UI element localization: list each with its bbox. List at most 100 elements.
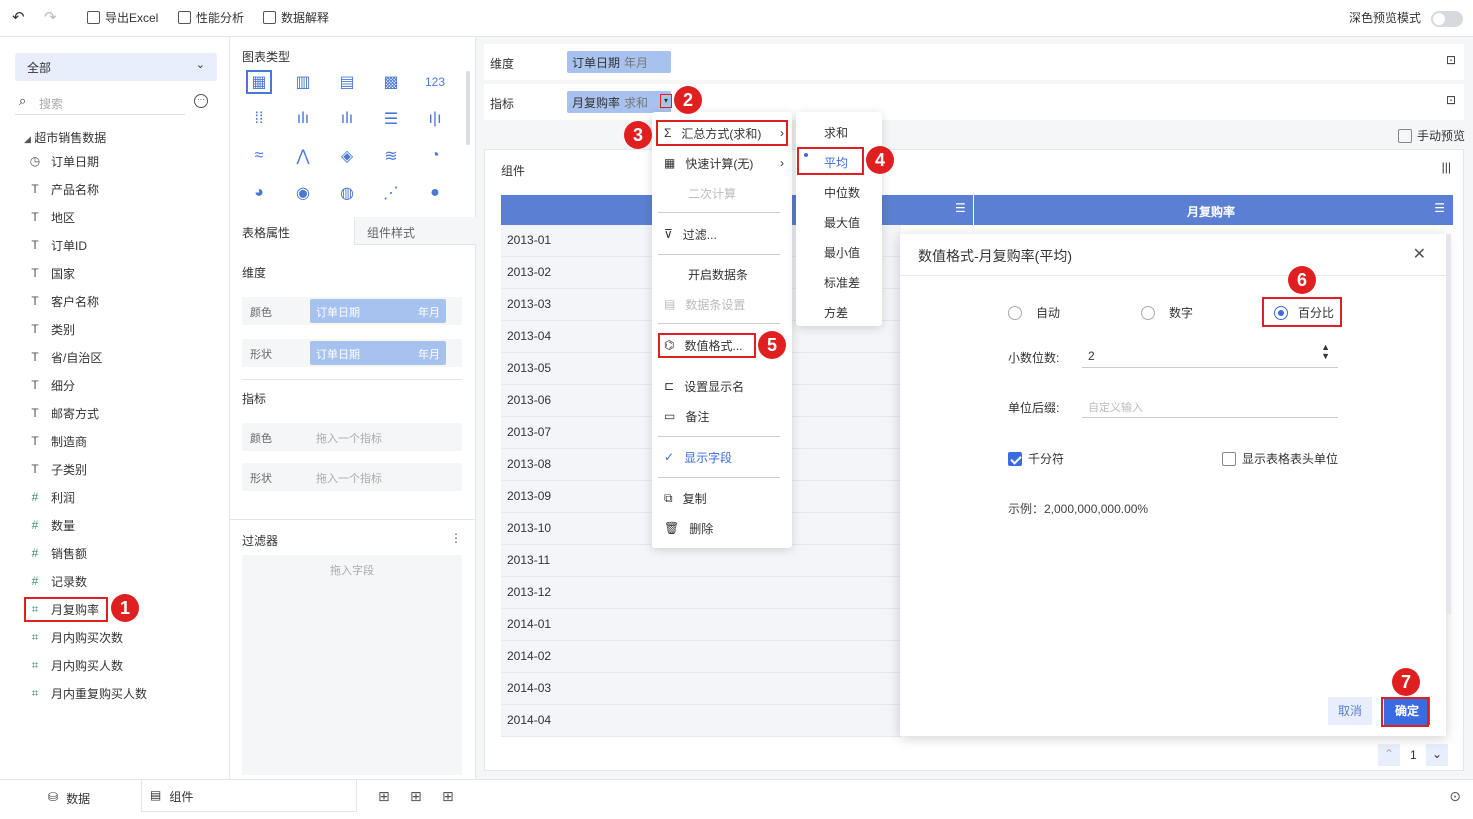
measure-color-shelf[interactable]: 颜色 拖入一个指标 xyxy=(242,423,462,451)
waterfall-icon[interactable]: ı|ı xyxy=(422,107,448,131)
field-item[interactable]: T 订单ID xyxy=(28,235,87,255)
sort-icon[interactable]: ☰ xyxy=(1434,201,1445,215)
tab-table-props[interactable]: 表格属性 xyxy=(230,217,353,245)
scatter-bar-icon[interactable]: ⁞⁞ xyxy=(246,107,272,131)
field-search-input[interactable]: ⌕ 搜索 xyxy=(15,93,185,115)
stepper-icon[interactable]: ▲ ▼ xyxy=(1321,343,1330,361)
menu-filter[interactable]: ⊽ 过滤... xyxy=(652,220,792,248)
tab-data[interactable]: ⛁ 数据 xyxy=(48,790,90,807)
filter-more-icon[interactable]: ⋮ xyxy=(450,531,462,545)
field-item[interactable]: ◷ 订单日期 xyxy=(28,151,99,171)
dialog-scrollbar[interactable] xyxy=(1446,234,1451,614)
page-up-button[interactable]: ⌃ xyxy=(1378,744,1400,766)
bar-icon[interactable]: ılı xyxy=(290,107,316,131)
manual-preview[interactable]: 手动预览 xyxy=(1397,127,1465,144)
dim-shape-chip[interactable]: 订单日期 年月 xyxy=(310,341,446,365)
dimension-chip[interactable]: 订单日期 年月 xyxy=(567,51,671,73)
aggregate-option[interactable]: 最小值 xyxy=(796,237,880,265)
field-item[interactable]: T 制造商 xyxy=(28,431,87,451)
menu-quick-calc[interactable]: ▦ 快速计算(无) › xyxy=(652,149,792,177)
menu-show-field[interactable]: ✓ 显示字段 xyxy=(652,443,792,471)
manual-preview-checkbox[interactable] xyxy=(1397,128,1412,143)
rose-icon[interactable]: ◉ xyxy=(290,181,316,205)
menu-databar-settings[interactable]: ▤ 数据条设置 xyxy=(652,290,792,318)
thousands-checkbox[interactable] xyxy=(1008,451,1022,466)
combo-icon[interactable]: ▩ xyxy=(378,70,404,94)
kpi-icon[interactable]: 123 xyxy=(422,70,448,94)
dimension-shelf[interactable]: 维度 订单日期 年月 ⊡ xyxy=(484,44,1464,80)
measure-shape-shelf[interactable]: 形状 拖入一个指标 xyxy=(242,463,462,491)
field-item[interactable]: T 邮寄方式 xyxy=(28,403,99,423)
field-item[interactable]: ⌗ 月内购买次数 xyxy=(28,627,123,647)
measure-chip[interactable]: 月复购率 求和 xyxy=(567,91,671,113)
header-unit-option[interactable]: 显示表格表头单位 xyxy=(1222,450,1338,467)
ring-icon[interactable]: ◍ xyxy=(334,181,360,205)
header-unit-checkbox[interactable] xyxy=(1222,451,1236,466)
more-icon[interactable]: ··· xyxy=(194,94,208,108)
field-item[interactable]: T 国家 xyxy=(28,263,75,283)
field-item[interactable]: T 地区 xyxy=(28,207,75,227)
lock-icon[interactable]: ⊡ xyxy=(1446,53,1456,67)
field-item[interactable]: # 销售额 xyxy=(28,543,87,563)
aggregate-option[interactable]: 标准差 xyxy=(796,267,880,295)
bubble-icon[interactable]: ● xyxy=(422,181,448,205)
area-icon[interactable]: ≋ xyxy=(378,144,404,168)
redo-icon[interactable]: ↷ xyxy=(44,8,57,26)
tab-component-style[interactable]: 组件样式 xyxy=(354,217,476,245)
field-item[interactable]: T 子类别 xyxy=(28,459,87,479)
radio-auto[interactable]: 自动 xyxy=(1008,304,1060,321)
filter-drop-zone[interactable]: 拖入字段 xyxy=(242,555,462,775)
bar-horizontal-icon[interactable]: ☰ xyxy=(378,107,404,131)
chip-dropdown-icon[interactable]: ▾ xyxy=(660,94,672,108)
radar-icon[interactable]: ⋀ xyxy=(290,144,316,168)
aggregate-option[interactable]: 方差 xyxy=(796,297,880,325)
add-table-icon[interactable]: ⊞ xyxy=(410,788,422,805)
radio-number[interactable]: 数字 xyxy=(1141,304,1193,321)
detail-table-icon[interactable]: ▤ xyxy=(334,70,360,94)
field-item[interactable]: # 记录数 xyxy=(28,571,87,591)
data-explain-button[interactable]: 数据解释 xyxy=(263,9,329,26)
dataset-node[interactable]: ◢ 超市销售数据 xyxy=(24,129,106,146)
measure-shelf[interactable]: 指标 月复购率 求和 ▾ ⊡ xyxy=(484,84,1464,120)
pie-icon[interactable]: ◕ xyxy=(246,181,272,205)
field-item[interactable]: T 省/自治区 xyxy=(28,347,102,367)
aggregate-option[interactable]: 中位数 xyxy=(796,177,880,205)
gauge-icon[interactable]: ◔ xyxy=(422,144,448,168)
field-item[interactable]: T 客户名称 xyxy=(28,291,99,311)
field-item[interactable]: T 细分 xyxy=(28,375,75,395)
lock-icon[interactable]: ⊡ xyxy=(1446,93,1456,107)
map-icon[interactable]: ◈ xyxy=(334,144,360,168)
add-text-icon[interactable]: ⊞ xyxy=(442,788,454,805)
scrollbar[interactable] xyxy=(466,71,470,145)
menu-display-name[interactable]: ⊏ 设置显示名 xyxy=(652,372,792,400)
menu-copy[interactable]: ⧉ 复制 xyxy=(652,484,792,512)
perf-analysis-button[interactable]: 性能分析 xyxy=(178,9,244,26)
add-chart-icon[interactable]: ⊞ xyxy=(378,788,390,805)
scatter-icon[interactable]: ⋰ xyxy=(378,181,404,205)
suffix-input[interactable]: 自定义输入 xyxy=(1082,392,1338,418)
cross-table-icon[interactable]: ▥ xyxy=(290,70,316,94)
close-icon[interactable]: ✕ xyxy=(1413,244,1426,264)
collapse-icon[interactable]: ⊙ xyxy=(1449,788,1461,805)
line-icon[interactable]: ≈ xyxy=(246,144,272,168)
field-item[interactable]: T 类别 xyxy=(28,319,75,339)
export-excel-button[interactable]: 导出Excel xyxy=(87,9,158,26)
undo-icon[interactable]: ↶ xyxy=(12,8,25,26)
menu-note[interactable]: ▭ 备注 xyxy=(652,402,792,430)
stacked-bar-icon[interactable]: ılı xyxy=(334,107,360,131)
menu-enable-databar[interactable]: 开启数据条 xyxy=(652,260,792,288)
cancel-button[interactable]: 取消 xyxy=(1328,697,1372,725)
sort-icon[interactable]: ☰ xyxy=(955,201,966,215)
dim-color-chip[interactable]: 订单日期 年月 xyxy=(310,299,446,323)
dark-preview-toggle[interactable] xyxy=(1431,11,1463,27)
field-item[interactable]: # 利润 xyxy=(28,487,75,507)
tab-component[interactable]: ▤ 组件 xyxy=(141,780,357,812)
field-item[interactable]: T 产品名称 xyxy=(28,179,99,199)
aggregate-option[interactable]: 求和 xyxy=(796,117,880,145)
menu-secondary-calc[interactable]: 二次计算 xyxy=(652,179,792,207)
page-down-button[interactable]: ⌄ xyxy=(1426,744,1448,766)
menu-delete[interactable]: 🗑 删除 xyxy=(652,514,792,542)
barcode-icon[interactable]: ||| xyxy=(1442,160,1451,174)
field-item[interactable]: ⌗ 月内购买人数 xyxy=(28,655,123,675)
decimals-stepper[interactable]: 2 ▲ ▼ xyxy=(1082,342,1338,368)
